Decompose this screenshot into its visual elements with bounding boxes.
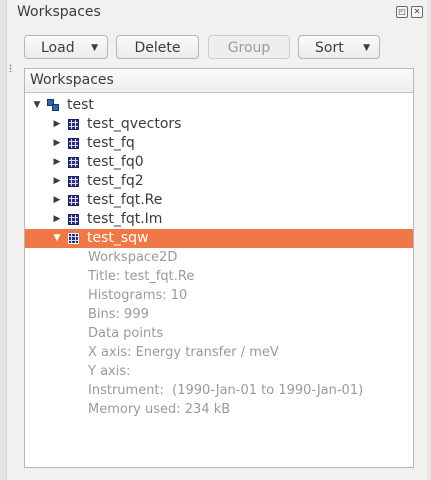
sort-dropdown-icon: ▼ bbox=[363, 43, 370, 53]
tree-item-row[interactable]: ▶ test_qvectors bbox=[25, 115, 413, 134]
tree-item-row[interactable]: ▶ test_fqt.Im bbox=[25, 210, 413, 229]
matrix-workspace-icon bbox=[68, 214, 79, 225]
close-dock-icon[interactable]: ✕ bbox=[411, 6, 423, 18]
collapse-arrow-icon[interactable]: ▼ bbox=[52, 229, 62, 248]
tree-column-header[interactable]: Workspaces bbox=[25, 69, 413, 93]
matrix-workspace-icon bbox=[68, 138, 79, 149]
float-dock-icon[interactable]: ◰ bbox=[396, 6, 408, 18]
workspace-name: test_fqt.Im bbox=[87, 211, 163, 227]
tree-item-row-selected[interactable]: ▼ test_sqw bbox=[25, 229, 413, 248]
dock-right-edge bbox=[427, 0, 431, 480]
tree-item-row[interactable]: ▶ test_fq2 bbox=[25, 172, 413, 191]
expand-arrow-icon[interactable]: ▶ bbox=[52, 172, 62, 191]
delete-button[interactable]: Delete bbox=[116, 35, 199, 59]
group-button-label: Group bbox=[227, 40, 271, 56]
load-button-label: Load bbox=[41, 40, 75, 56]
expand-arrow-icon[interactable]: ▶ bbox=[52, 153, 62, 172]
dock-title-buttons: ◰ ✕ bbox=[396, 6, 423, 18]
tree-item-row[interactable]: ▶ test_fq0 bbox=[25, 153, 413, 172]
collapse-arrow-icon[interactable]: ▼ bbox=[32, 96, 42, 115]
workspaces-dock: Workspaces ◰ ✕ Load ▼ Delete Group Sort … bbox=[0, 0, 431, 480]
workspace-name: test_fqt.Re bbox=[87, 192, 163, 208]
matrix-workspace-icon bbox=[68, 119, 79, 130]
workspace-name: test_fq2 bbox=[87, 173, 144, 189]
matrix-workspace-icon bbox=[68, 195, 79, 206]
x-axis-info: X axis: Energy transfer / meV bbox=[88, 345, 279, 360]
expand-arrow-icon[interactable]: ▶ bbox=[52, 210, 62, 229]
sort-button[interactable]: Sort ▼ bbox=[298, 35, 380, 59]
tree-item-row[interactable]: ▶ test_fq bbox=[25, 134, 413, 153]
workspace-type-info: Workspace2D bbox=[88, 250, 178, 265]
expand-arrow-icon[interactable]: ▶ bbox=[52, 115, 62, 134]
sort-button-label: Sort bbox=[315, 40, 344, 56]
tree-group-row[interactable]: ▼ test bbox=[25, 96, 413, 115]
splitter-grip-icon[interactable] bbox=[9, 64, 12, 72]
tree-item-row[interactable]: ▶ test_fqt.Re bbox=[25, 191, 413, 210]
dock-left-edge bbox=[0, 0, 7, 480]
workspace-name: test_sqw bbox=[87, 230, 149, 246]
workspace-name: test_fq0 bbox=[87, 154, 144, 170]
instrument-info: Instrument: (1990-Jan-01 to 1990-Jan-01) bbox=[88, 383, 364, 398]
group-name: test bbox=[67, 97, 94, 113]
load-dropdown-icon: ▼ bbox=[91, 43, 98, 53]
matrix-workspace-icon bbox=[68, 233, 79, 244]
matrix-workspace-icon bbox=[68, 157, 79, 168]
expand-arrow-icon[interactable]: ▶ bbox=[52, 134, 62, 153]
workspace-title-info: Title: test_fqt.Re bbox=[88, 269, 195, 284]
expand-arrow-icon[interactable]: ▶ bbox=[52, 191, 62, 210]
delete-button-label: Delete bbox=[134, 40, 181, 56]
workspace-name: test_qvectors bbox=[87, 116, 182, 132]
workspace-group-icon bbox=[47, 99, 60, 112]
workspace-name: test_fq bbox=[87, 135, 135, 151]
histograms-info: Histograms: 10 bbox=[88, 288, 188, 303]
workspace-tree-panel: Workspaces ▼ test ▶ test_qvectors ▶ test… bbox=[24, 68, 414, 468]
dock-title: Workspaces bbox=[17, 4, 101, 20]
load-button[interactable]: Load ▼ bbox=[24, 35, 108, 59]
bins-info: Bins: 999 bbox=[88, 307, 149, 322]
y-axis-info: Y axis: bbox=[88, 364, 131, 379]
memory-info: Memory used: 234 kB bbox=[88, 402, 231, 417]
data-points-info: Data points bbox=[88, 326, 164, 341]
group-button[interactable]: Group bbox=[208, 35, 290, 59]
matrix-workspace-icon bbox=[68, 176, 79, 187]
